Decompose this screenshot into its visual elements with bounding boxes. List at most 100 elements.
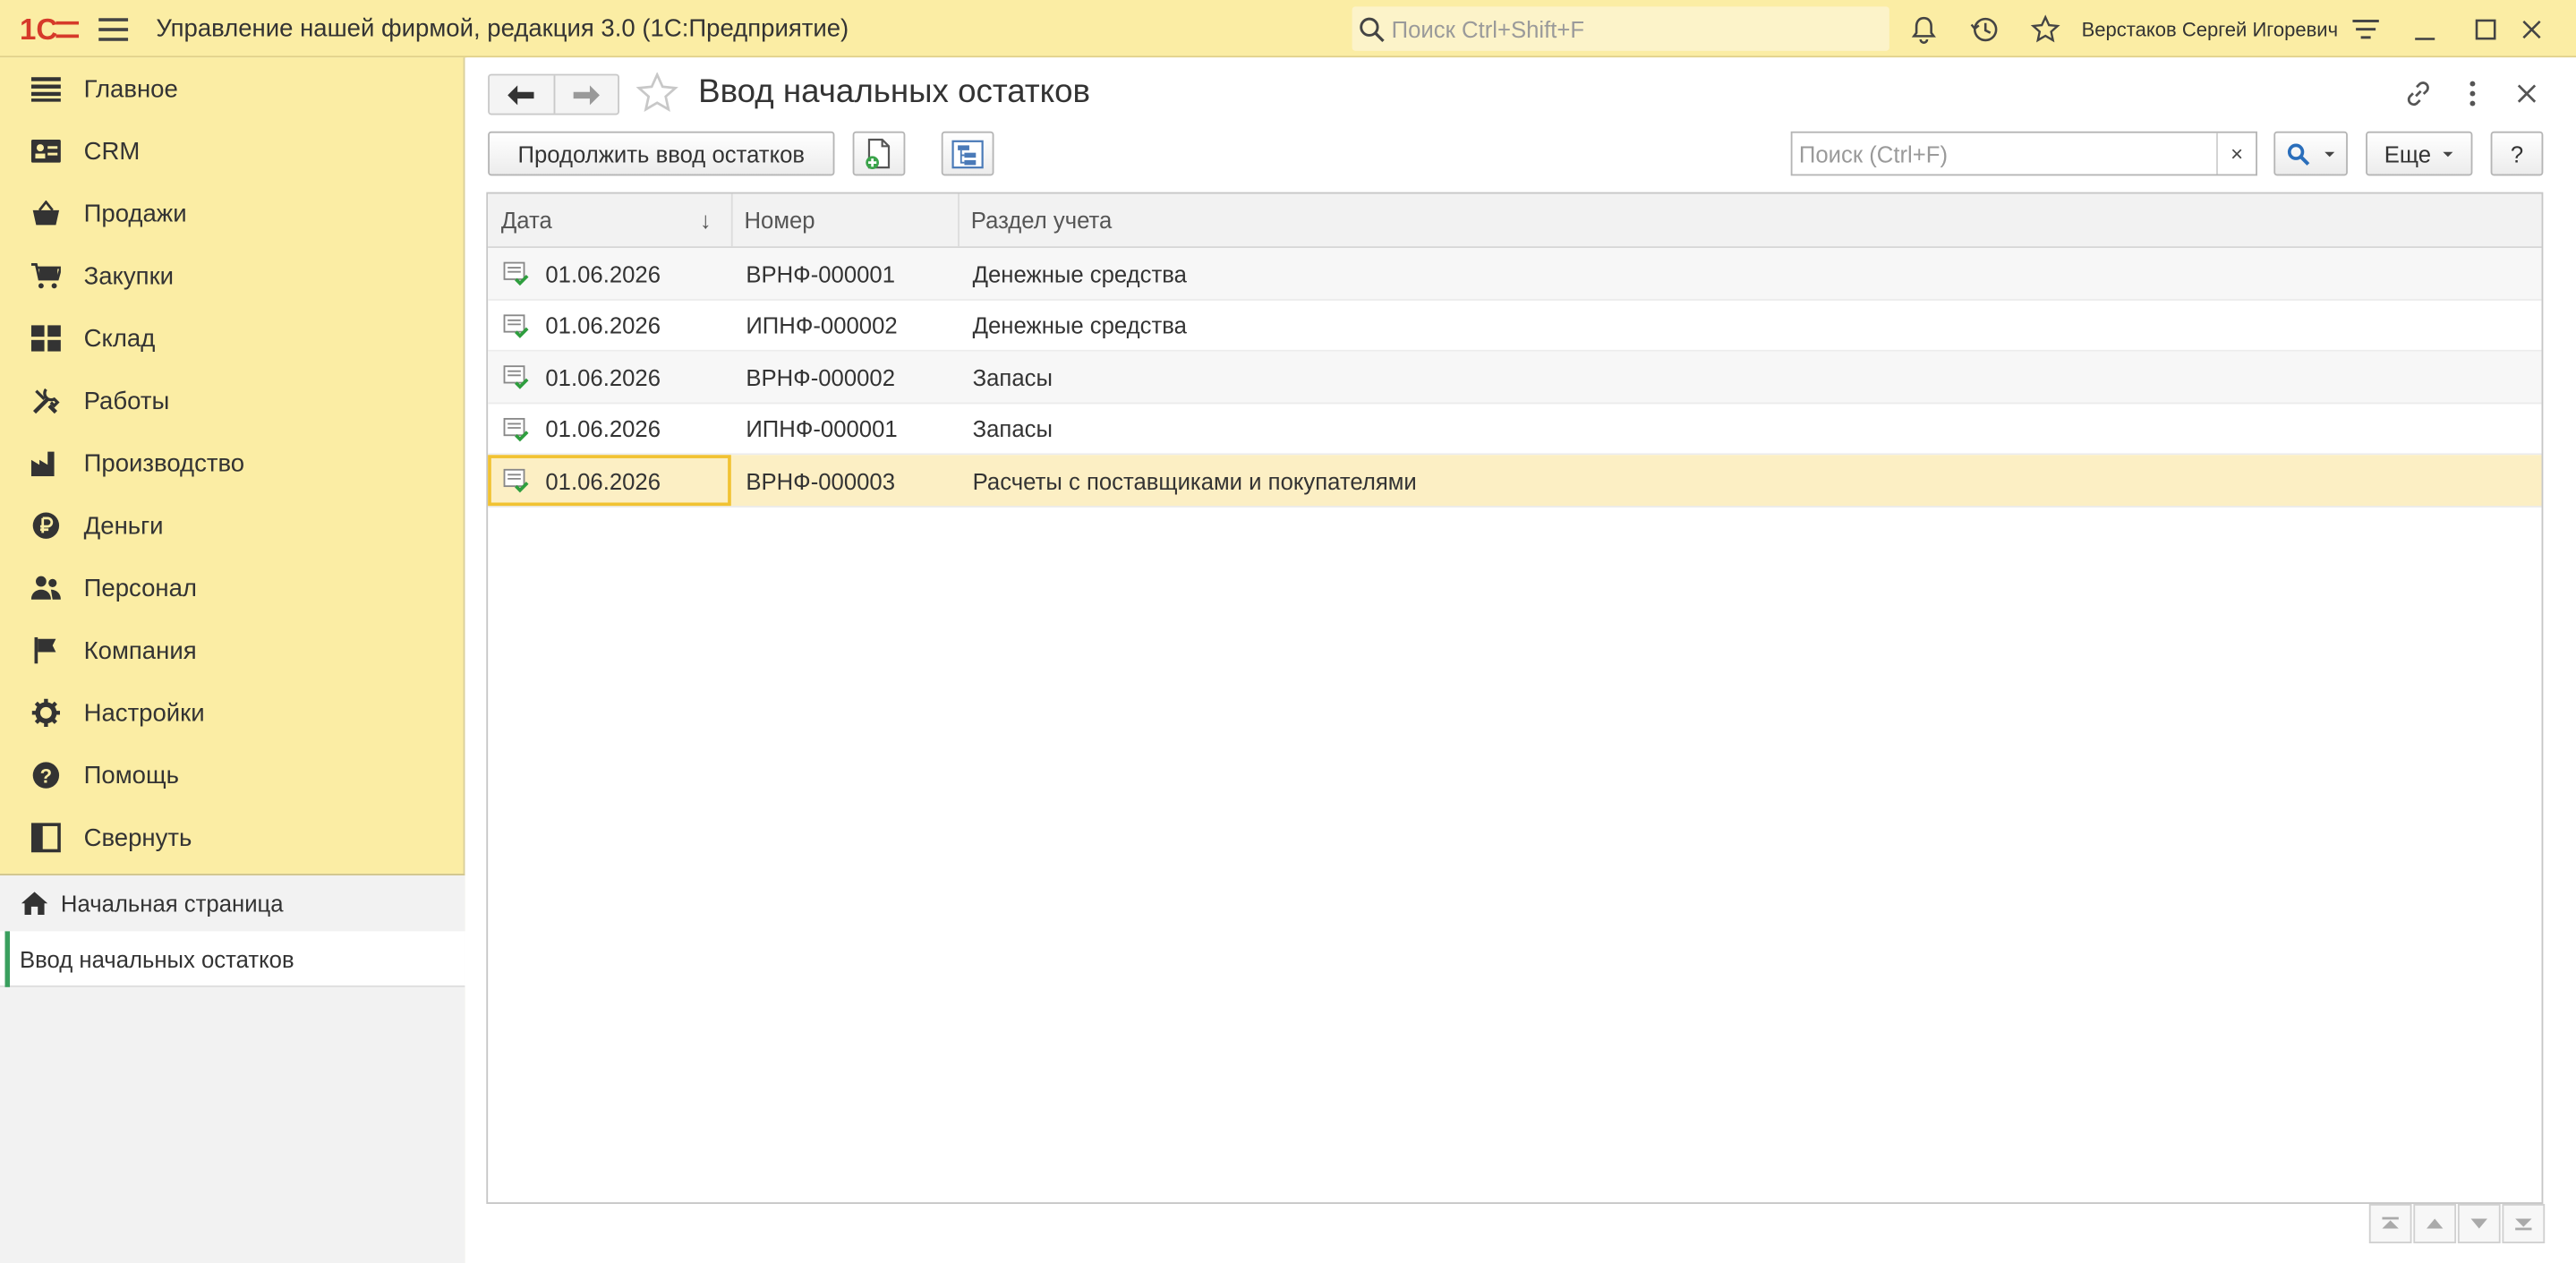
1c-logo-icon[interactable]: 1С [20,0,80,57]
cell-date: 01.06.2026 [545,260,661,287]
global-search-placeholder: Поиск Ctrl+Shift+F [1391,15,1585,42]
global-search-input[interactable]: Поиск Ctrl+Shift+F [1352,6,1889,51]
page-up-icon [2427,1218,2444,1229]
home-icon [21,891,48,917]
table-header: Дата ↓ Номер Раздел учета [488,193,2542,249]
sidebar-item-label: Свернуть [83,824,192,852]
cell-section: Запасы [972,363,1053,390]
scroll-to-bottom-button[interactable] [2502,1203,2546,1244]
column-header-date[interactable]: Дата ↓ [488,193,733,247]
continue-balances-label: Продолжить ввод остатков [517,140,806,167]
list-icon [30,73,63,106]
more-button[interactable]: Еще [2366,131,2473,176]
new-document-icon [866,137,891,169]
favorites-star-icon[interactable] [2029,13,2062,47]
more-actions-icon[interactable] [2456,77,2489,110]
table-row[interactable]: 01.06.2026 ИПНФ-000001 Запасы [488,403,2542,456]
create-document-button[interactable] [852,131,906,176]
scroll-up-button[interactable] [2413,1203,2457,1244]
first-page-icon [2382,1216,2399,1229]
cell-number: ИПНФ-000001 [746,415,898,442]
forward-button[interactable] [552,75,618,114]
cell-date: 01.06.2026 [545,415,661,442]
posted-document-icon [503,365,529,389]
help-button[interactable]: ? [2490,131,2544,176]
sidebar-item-settings[interactable]: Настройки [0,681,465,744]
app-title: Управление нашей фирмой, редакция 3.0 (1… [156,14,849,43]
continue-balances-button[interactable]: Продолжить ввод остатков [488,131,835,176]
cell-date: 01.06.2026 [545,363,661,390]
maximize-icon[interactable] [2469,13,2503,47]
cell-number: ВРНФ-000003 [746,467,896,494]
close-form-icon[interactable] [2511,77,2544,110]
arrow-right-icon [573,84,600,105]
column-header-section[interactable]: Раздел учета [958,194,2541,247]
sidebar-item-crm[interactable]: CRM [0,120,465,183]
posted-document-icon [503,261,529,286]
sidebar-item-money[interactable]: Деньги [0,494,465,557]
sidebar-item-collapse[interactable]: Свернуть [0,806,465,869]
sidebar-item-personnel[interactable]: Персонал [0,557,465,619]
warehouse-icon [30,322,63,355]
add-to-favorites-icon[interactable] [635,72,678,124]
sidebar-item-label: Производство [83,448,245,478]
cell-section: Запасы [972,415,1053,442]
table-row[interactable]: 01.06.2026 ВРНФ-000001 Денежные средства [488,248,2542,300]
back-button[interactable] [490,75,553,113]
title-bar: 1С Управление нашей фирмой, редакция 3.0… [0,0,2576,58]
minimize-icon[interactable] [2409,13,2442,47]
clear-search-button[interactable]: × [2216,132,2256,175]
table-row-selected[interactable]: 01.06.2026 ВРНФ-000003 Расчеты с поставщ… [488,455,2542,508]
last-page-icon [2515,1218,2532,1231]
current-user[interactable]: Верстаков Сергей Игоревич [2082,0,2339,57]
sidebar-item-sales[interactable]: Продажи [0,183,465,245]
sidebar-item-help[interactable]: ? Помощь [0,744,465,806]
arrow-left-icon [508,84,534,105]
page-down-icon [2470,1218,2487,1229]
main-menu-icon[interactable] [98,0,129,57]
posted-document-icon [503,468,529,493]
hierarchy-icon [951,139,984,168]
sidebar-item-label: Склад [83,324,156,353]
sidebar-item-main[interactable]: Главное [0,57,465,120]
close-window-icon[interactable] [2515,13,2548,47]
link-icon[interactable] [2402,77,2435,110]
open-page-initial-balances[interactable]: Ввод начальных остатков [0,931,465,987]
table-row[interactable]: 01.06.2026 ИПНФ-000002 Денежные средства [488,300,2542,352]
cell-date: 01.06.2026 [545,311,661,338]
search-options-button[interactable] [2273,131,2348,176]
search-icon [2287,142,2309,165]
history-icon[interactable] [1968,13,2001,47]
sidebar-item-works[interactable]: Работы [0,370,465,432]
documents-table: Дата ↓ Номер Раздел учета 01.06.2026 ВРН… [486,192,2544,1204]
search-icon [1359,15,1385,42]
collapse-icon [30,821,63,854]
posted-document-icon [503,417,529,441]
cell-number: ВРНФ-000002 [746,363,896,390]
dropdown-arrow-icon [2324,150,2334,157]
posted-document-icon [503,313,529,337]
sidebar-item-purchases[interactable]: Закупки [0,244,465,307]
contacts-icon [30,134,63,167]
sidebar-item-warehouse[interactable]: Склад [0,307,465,370]
column-header-number[interactable]: Номер [731,193,960,247]
settings-menu-icon[interactable] [2350,13,2383,47]
structure-button[interactable] [941,131,994,176]
table-row[interactable]: 01.06.2026 ВРНФ-000002 Запасы [488,351,2542,404]
cell-date: 01.06.2026 [545,467,661,494]
scroll-down-button[interactable] [2457,1203,2501,1244]
factory-icon [30,447,63,480]
flag-icon [30,634,63,667]
cell-section: Денежные средства [972,260,1187,287]
sidebar-item-production[interactable]: Производство [0,432,465,495]
bell-icon[interactable] [1907,13,1941,47]
scroll-to-top-button[interactable] [2368,1203,2412,1244]
sidebar-item-company[interactable]: Компания [0,619,465,682]
list-search-input[interactable]: Поиск (Ctrl+F) × [1790,131,2257,176]
open-page-home[interactable]: Начальная страница [0,875,465,931]
svg-text:?: ? [40,764,52,787]
cell-section: Расчеты с поставщиками и покупателями [972,467,1417,494]
open-windows-panel: Начальная страница Ввод начальных остатк… [0,874,465,1263]
sidebar-item-label: Главное [83,74,178,103]
history-nav [488,73,619,115]
